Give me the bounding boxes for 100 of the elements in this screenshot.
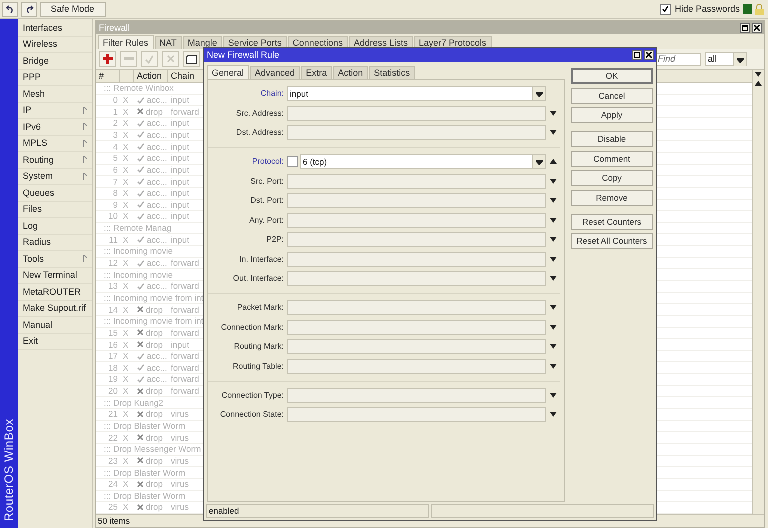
input-field[interactable] — [287, 271, 546, 286]
menu-item[interactable]: Files — [18, 202, 92, 218]
chain-select[interactable]: input — [287, 86, 546, 101]
menu-item[interactable]: Routing — [18, 152, 92, 168]
action-text: drop — [146, 432, 164, 443]
menu-item[interactable]: Bridge — [18, 53, 92, 70]
input-field[interactable] — [287, 300, 546, 315]
dialog-button[interactable]: Disable — [571, 131, 653, 147]
select-arrows-icon[interactable] — [736, 56, 744, 62]
dialog-button[interactable]: Comment — [571, 150, 653, 166]
select-arrows-icon[interactable] — [536, 158, 542, 165]
restore-icon — [742, 24, 748, 30]
tab[interactable]: Action — [333, 66, 368, 79]
hide-passwords-checkbox[interactable] — [660, 4, 671, 14]
add-button[interactable] — [99, 51, 116, 67]
menu-item[interactable]: Tools — [18, 251, 92, 268]
expand-arrow-icon[interactable] — [550, 237, 556, 242]
field-label: Connection Mark: — [220, 322, 285, 332]
collapse-arrow-icon[interactable] — [550, 159, 556, 164]
menu-item[interactable]: System — [18, 168, 92, 185]
input-field[interactable] — [287, 193, 546, 208]
input-field[interactable] — [287, 232, 546, 247]
tab[interactable]: Mangle — [182, 36, 222, 49]
safe-mode-button[interactable]: Safe Mode — [40, 2, 106, 16]
menu-item[interactable]: Make Supout.rif — [18, 300, 92, 317]
table-cell-text: input — [170, 234, 190, 245]
tab[interactable]: NAT — [154, 36, 182, 49]
table-cell-text: X — [122, 502, 130, 512]
dialog-button[interactable]: OK — [571, 68, 653, 84]
expand-arrow-icon[interactable] — [550, 198, 556, 203]
tab[interactable]: Extra — [301, 66, 332, 79]
menu-item[interactable]: MPLS — [18, 136, 92, 152]
dialog-button[interactable]: Remove — [571, 190, 653, 206]
expand-arrow-icon[interactable] — [550, 276, 556, 281]
tab[interactable]: Statistics — [369, 66, 416, 79]
redo-button[interactable] — [21, 2, 37, 16]
restore-button[interactable] — [740, 22, 750, 32]
tab[interactable]: General — [207, 65, 250, 79]
menu-item[interactable]: Queues — [18, 185, 92, 202]
find-field[interactable]: Find — [655, 52, 701, 66]
menu-item[interactable]: IPv6 — [18, 119, 92, 136]
menu-item[interactable]: Mesh — [18, 86, 92, 102]
expand-arrow-icon[interactable] — [550, 256, 556, 262]
undo-button[interactable] — [2, 2, 18, 16]
expand-arrow-icon[interactable] — [550, 324, 556, 330]
menu-item[interactable]: Wireless — [18, 36, 92, 53]
dialog-button[interactable]: Apply — [571, 107, 653, 123]
input-field[interactable] — [287, 106, 546, 120]
table-cell-text: 0 — [112, 95, 119, 106]
column-header[interactable]: Action — [134, 70, 168, 82]
input-field[interactable] — [287, 320, 546, 334]
dialog-button[interactable]: Copy — [571, 170, 653, 186]
input-field[interactable] — [287, 212, 546, 228]
expand-arrow-icon[interactable] — [550, 130, 556, 135]
menu-item[interactable]: MetaROUTER — [18, 284, 92, 300]
input-field[interactable] — [287, 388, 546, 402]
dialog-button[interactable]: Reset All Counters — [571, 233, 653, 249]
menu-item[interactable]: Log — [18, 218, 92, 234]
close-button[interactable] — [644, 50, 654, 60]
protocol-select[interactable]: 6 (tcp) — [300, 154, 546, 169]
expand-arrow-icon[interactable] — [550, 392, 556, 398]
column-header[interactable]: # — [96, 70, 120, 82]
expand-arrow-icon[interactable] — [550, 305, 556, 310]
expand-arrow-icon[interactable] — [550, 178, 556, 184]
menu-item[interactable]: New Terminal — [18, 268, 92, 284]
input-field[interactable] — [287, 174, 546, 188]
input-field[interactable] — [287, 339, 546, 354]
negate-checkbox[interactable] — [287, 156, 298, 167]
close-button[interactable] — [752, 22, 762, 32]
scrollbar[interactable] — [752, 70, 764, 514]
menu-item[interactable]: Exit — [18, 334, 92, 350]
menu-item[interactable]: Manual — [18, 317, 92, 334]
tab[interactable]: Filter Rules — [98, 35, 154, 49]
expand-arrow-icon[interactable] — [550, 344, 556, 349]
expand-arrow-icon[interactable] — [550, 364, 556, 368]
tab[interactable]: Advanced — [250, 66, 300, 79]
dialog-button[interactable]: Reset Counters — [571, 214, 653, 230]
cross-icon — [137, 410, 144, 418]
dialog-button[interactable]: Cancel — [571, 88, 653, 104]
menu-item[interactable]: PPP — [18, 70, 92, 86]
comment-button[interactable] — [183, 51, 200, 67]
menu-item[interactable]: Radius — [18, 234, 92, 251]
input-field[interactable] — [287, 252, 546, 266]
expand-arrow-icon[interactable] — [550, 110, 556, 116]
expand-arrow-icon[interactable] — [550, 218, 556, 222]
collapse-arrow-icon[interactable] — [755, 81, 762, 86]
table-cell-text: input — [170, 340, 190, 350]
input-field[interactable] — [287, 407, 546, 422]
table-cell-text: X — [122, 409, 130, 420]
menu-item[interactable]: Interfaces — [18, 20, 92, 36]
input-field[interactable] — [287, 125, 546, 140]
column-menu-icon[interactable] — [755, 72, 762, 77]
filter-select[interactable]: all — [705, 52, 747, 66]
table-cell-text: 7 — [112, 176, 119, 187]
maximize-button[interactable] — [632, 50, 642, 60]
menu-item[interactable]: IP — [18, 102, 92, 119]
select-arrows-icon[interactable] — [536, 90, 542, 97]
expand-arrow-icon[interactable] — [550, 412, 556, 417]
checkmark-icon — [145, 54, 154, 64]
input-field[interactable] — [287, 358, 546, 374]
